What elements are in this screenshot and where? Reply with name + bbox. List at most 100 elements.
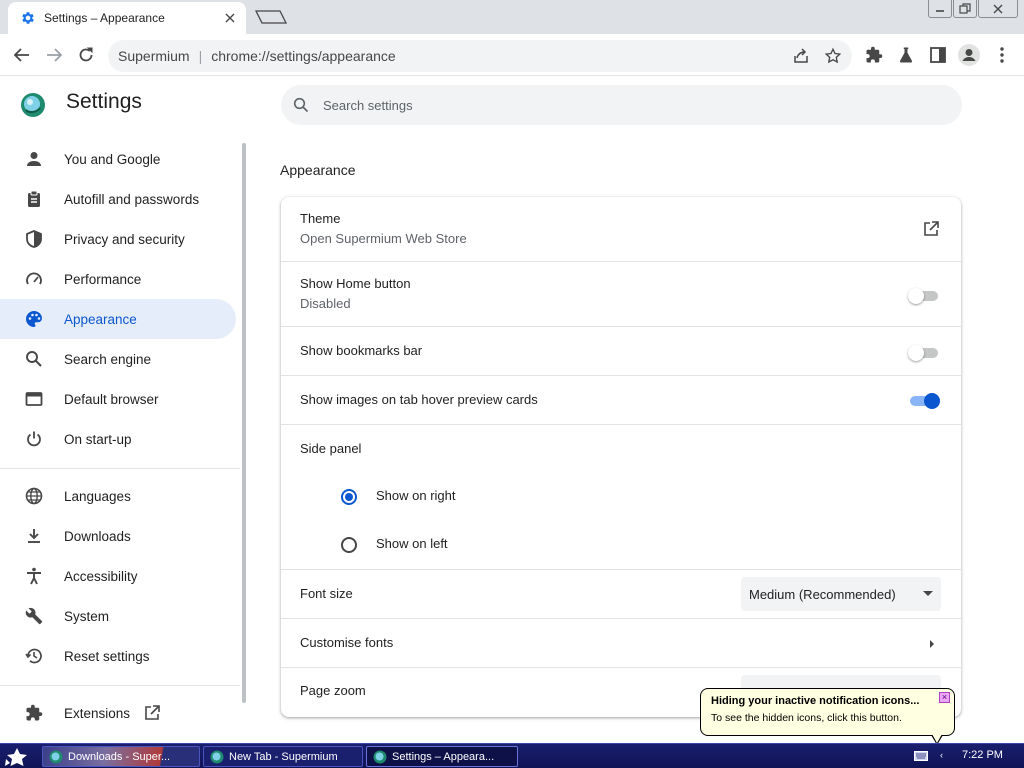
customise-fonts-label: Customise fonts [300,635,394,650]
search-settings-field[interactable]: Search settings [281,85,962,125]
open-in-new-icon[interactable] [923,221,939,237]
page-zoom-label: Page zoom [300,683,366,698]
hover-cards-toggle[interactable] [908,392,940,409]
profile-avatar[interactable] [957,43,981,67]
keyboard-tray-icon[interactable] [914,751,928,761]
sidebar-divider [0,685,240,686]
search-icon [293,97,309,113]
font-size-value: Medium (Recommended) [749,586,896,602]
taskbar: Downloads - Super... New Tab - Supermium… [0,743,1024,768]
sidebar-scrollbar[interactable] [240,137,248,743]
show-hidden-icons-button[interactable]: ‹ [940,750,943,760]
page-title: Settings [66,90,142,113]
bookmarks-bar-toggle[interactable] [908,344,940,361]
home-button-toggle[interactable] [908,287,940,304]
restore-button[interactable] [953,0,977,18]
section-title: Appearance [280,162,356,178]
supermium-app-icon [49,750,63,764]
reload-button[interactable] [74,43,98,67]
taskbar-clock: 7:22 PM [962,749,1003,761]
sidebar-item-label: You and Google [64,151,161,167]
settings-sidebar: You and Google Autofill and passwords Pr… [0,137,240,743]
open-in-new-icon [144,705,160,721]
taskbar-item-downloads[interactable]: Downloads - Super... [42,746,200,767]
side-panel-right-radio[interactable] [341,489,357,505]
side-panel-left-label[interactable]: Show on left [376,536,448,551]
wrench-icon [24,606,44,626]
side-panel-label: Side panel [300,441,362,456]
sidebar-item-languages[interactable]: Languages [0,476,236,516]
power-icon [24,429,44,449]
notification-balloon[interactable]: Hiding your inactive notification icons.… [700,688,955,745]
taskbar-item-label: Downloads - Super... [68,750,171,763]
share-icon[interactable] [791,46,811,66]
appearance-card: Theme Open Supermium Web Store Show Home… [281,197,961,717]
balloon-close-icon[interactable]: × [939,692,950,703]
extensions-puzzle-icon[interactable] [862,43,886,67]
window-close-button[interactable] [978,0,1018,18]
start-button[interactable] [2,746,32,767]
sidebar-item-performance[interactable]: Performance [0,259,236,299]
site-name: Supermium [118,48,190,64]
sidebar-item-label: Accessibility [64,568,138,584]
home-button-row: Show Home button Disabled [281,262,961,327]
tab-settings[interactable]: Settings – Appearance [8,2,246,34]
font-size-select[interactable]: Medium (Recommended) [741,577,941,611]
globe-icon [24,486,44,506]
scrollbar-thumb[interactable] [242,143,246,703]
back-button[interactable] [10,43,34,67]
sidebar-item-downloads[interactable]: Downloads [0,516,236,556]
sidebar-item-default-browser[interactable]: Default browser [0,379,236,419]
forward-button[interactable] [42,43,66,67]
sidebar-item-accessibility[interactable]: Accessibility [0,556,236,596]
menu-dots-icon[interactable] [990,43,1014,67]
sidebar-item-label: Reset settings [64,648,150,664]
sidebar-item-reset[interactable]: Reset settings [0,636,236,676]
speedometer-icon [24,269,44,289]
taskbar-item-settings[interactable]: Settings – Appeara... [366,746,518,767]
theme-sub: Open Supermium Web Store [300,231,467,246]
supermium-logo-icon [20,92,46,118]
new-tab-button[interactable] [254,8,288,26]
sidebar-item-on-startup[interactable]: On start-up [0,419,236,459]
sidebar-item-label: Privacy and security [64,231,185,247]
flask-icon[interactable] [894,43,918,67]
chevron-right-icon [929,639,935,649]
customise-fonts-row[interactable]: Customise fonts [281,619,961,668]
sidebar-item-system[interactable]: System [0,596,236,636]
minimize-button[interactable] [928,0,952,18]
sidebar-item-label: Appearance [64,311,137,327]
home-button-sub: Disabled [300,296,351,311]
font-size-row: Font size Medium (Recommended) [281,570,961,619]
arrow-right-icon [47,48,63,62]
sidebar-item-privacy[interactable]: Privacy and security [0,219,236,259]
sidebar-item-label: Extensions [64,705,131,721]
sidebar-item-label: Default browser [64,391,159,407]
side-panel-left-radio[interactable] [341,537,357,553]
toolbar: Supermium | chrome://settings/appearance [0,34,1024,76]
sidebar-item-label: Downloads [64,528,131,544]
star-icon[interactable] [823,46,843,66]
settings-gear-icon [20,10,36,26]
balloon-title: Hiding your inactive notification icons.… [711,695,920,707]
reload-icon [79,47,93,62]
start-star-icon [5,747,27,766]
address-separator: | [198,48,203,64]
theme-row[interactable]: Theme Open Supermium Web Store [281,197,961,262]
taskbar-item-new-tab[interactable]: New Tab - Supermium [203,746,363,767]
palette-icon [24,309,44,329]
side-panel-icon[interactable] [926,43,950,67]
address-bar[interactable]: Supermium | chrome://settings/appearance [108,40,852,72]
sidebar-item-you-and-google[interactable]: You and Google [0,139,236,179]
sidebar-item-label: Languages [64,488,131,504]
download-icon [24,526,44,546]
tab-title: Settings – Appearance [44,11,165,25]
side-panel-right-label[interactable]: Show on right [376,488,456,503]
sidebar-item-autofill[interactable]: Autofill and passwords [0,179,236,219]
sidebar-item-extensions[interactable]: Extensions [0,693,236,733]
close-icon[interactable] [220,8,240,28]
sidebar-item-search-engine[interactable]: Search engine [0,339,236,379]
search-icon [24,349,44,369]
sidebar-item-appearance[interactable]: Appearance [0,299,236,339]
person-icon [24,149,44,169]
